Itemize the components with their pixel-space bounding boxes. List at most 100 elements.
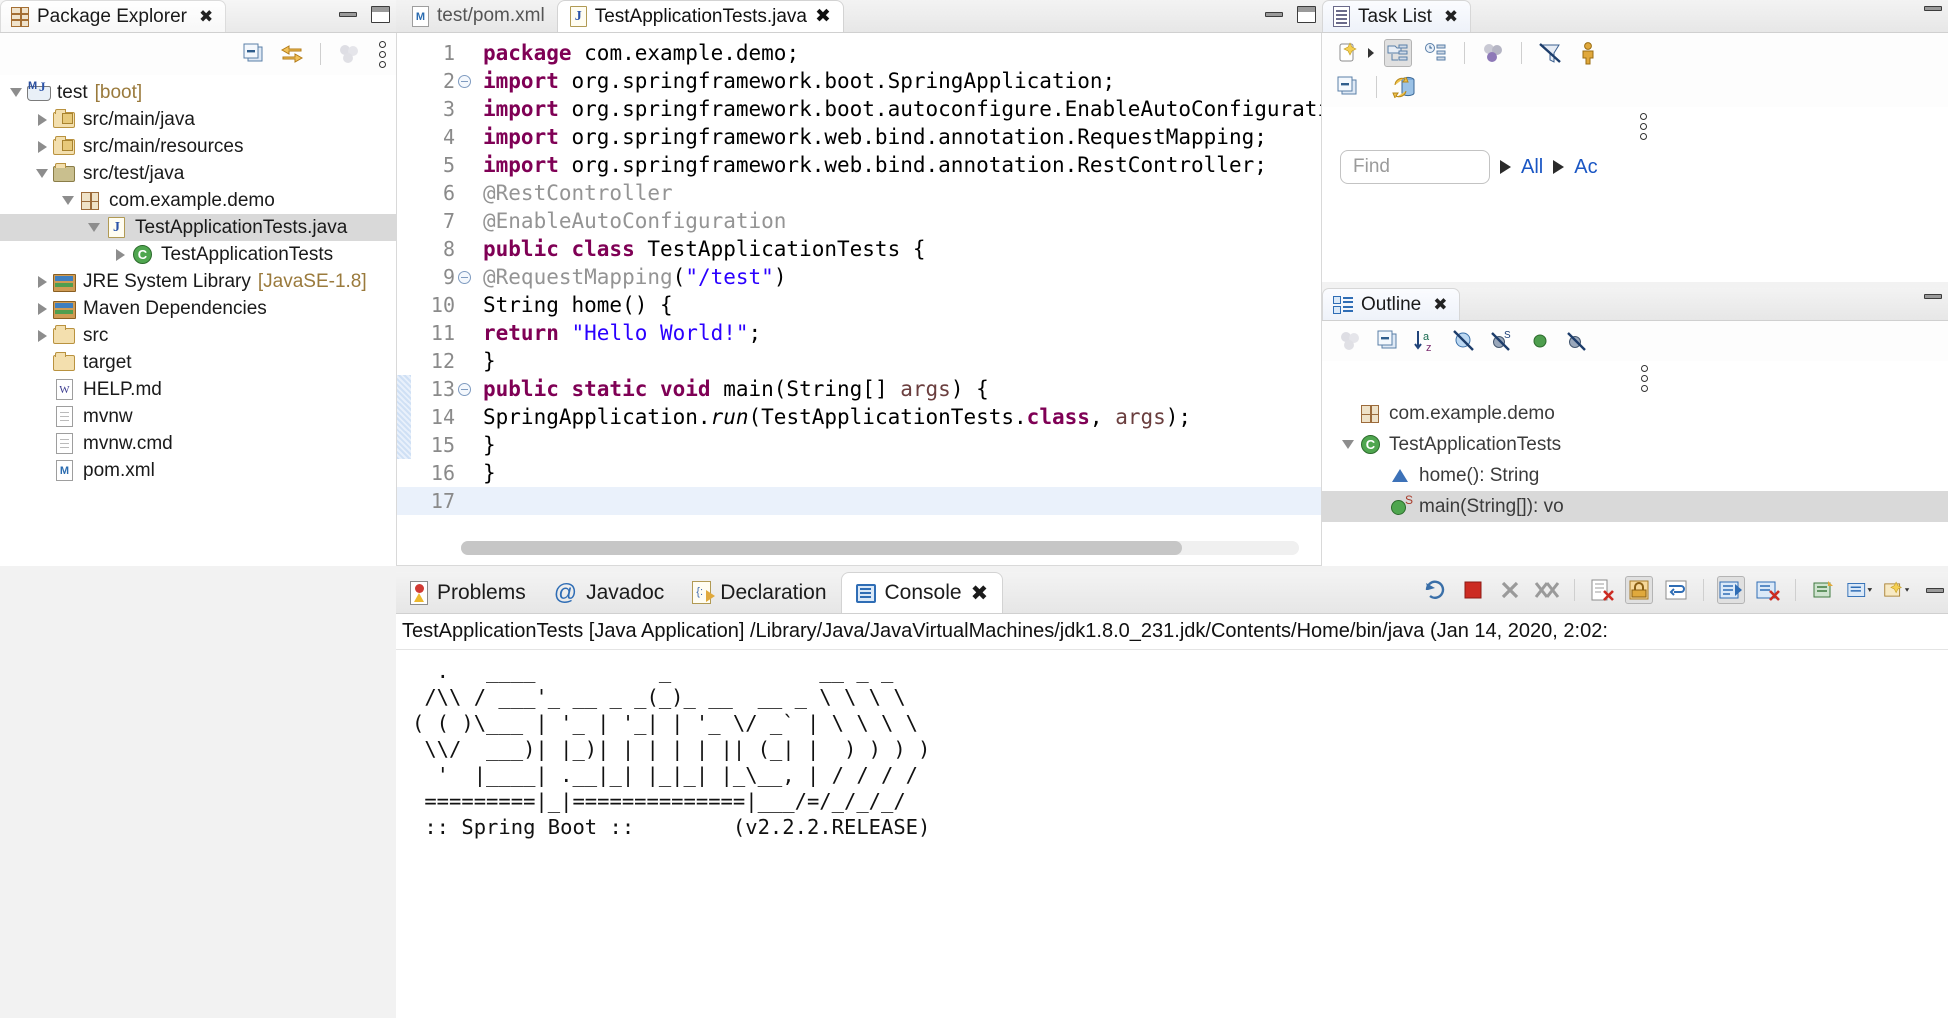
remove-launch-icon[interactable] [1496, 576, 1524, 604]
view-kebab-icon[interactable] [1338, 109, 1948, 144]
tree-item-testapplicationtests-java[interactable]: J TestApplicationTests.java [0, 214, 396, 241]
code-line[interactable]: 1 package com.example.demo; [397, 39, 1321, 67]
hide-local-types-icon[interactable] [1564, 327, 1592, 355]
tab-javadoc[interactable]: @ Javadoc [540, 572, 679, 613]
display-selected-console-icon[interactable] [1846, 576, 1874, 604]
outline-item-main-string[interactable]: Smain(String[]) : vo [1322, 491, 1948, 522]
tree-item-com-example-demo[interactable]: com.example.demo [0, 187, 396, 214]
chevron-right-icon[interactable] [34, 112, 50, 128]
close-icon[interactable]: ✖ [199, 7, 213, 27]
code-line[interactable]: 16} [397, 459, 1321, 487]
search-input[interactable]: Find [1340, 150, 1490, 184]
view-menu-icon[interactable] [335, 40, 363, 68]
clear-console-icon[interactable] [1588, 576, 1616, 604]
tab-task-list[interactable]: Task List ✖ [1322, 0, 1472, 32]
tab-test-pom-xml[interactable]: M test/pom.xml [400, 0, 557, 32]
scope-all-link[interactable]: All [1521, 156, 1543, 179]
synchronize-changed-icon[interactable] [1391, 73, 1419, 101]
tree-item-test[interactable]: M J test [boot] [0, 79, 396, 106]
maximize-icon[interactable] [371, 6, 390, 23]
new-console-view-icon[interactable] [1883, 576, 1911, 604]
chevron-right-icon[interactable] [34, 301, 50, 317]
tree-item-src-test-java[interactable]: src/test/java [0, 160, 396, 187]
outline-item-com-example-demo[interactable]: com.example.demo [1322, 398, 1948, 429]
link-with-editor-icon[interactable] [278, 40, 306, 68]
collapse-all-icon[interactable] [1374, 327, 1402, 355]
hide-non-public-members-icon[interactable] [1526, 327, 1554, 355]
terminate-icon[interactable] [1459, 576, 1487, 604]
tree-item-testapplicationtests[interactable]: C TestApplicationTests [0, 241, 396, 268]
tab-console[interactable]: Console ✖ [840, 572, 1004, 613]
tab-problems[interactable]: Problems [396, 572, 540, 613]
tree-item-target[interactable]: target [0, 349, 396, 376]
code-line[interactable]: 2 import org.springframework.boot.SpringA… [397, 67, 1321, 95]
chevron-right-icon[interactable] [112, 247, 128, 263]
chevron-down-icon[interactable] [1340, 437, 1356, 453]
tab-package-explorer[interactable]: Package Explorer ✖ [0, 0, 227, 32]
view-kebab-icon[interactable] [1340, 361, 1948, 396]
chevron-right-icon[interactable] [34, 139, 50, 155]
scroll-lock-icon[interactable] [1625, 576, 1653, 604]
code-line[interactable]: 3 import org.springframework.boot.autocon… [397, 95, 1321, 123]
collapse-all-icon[interactable] [1334, 73, 1362, 101]
close-icon[interactable]: ✖ [1444, 7, 1458, 27]
filter-completed-icon[interactable] [1536, 39, 1564, 67]
chevron-down-icon[interactable] [34, 166, 50, 182]
code-line[interactable]: 14 SpringApplication.run(TestApplicationT… [397, 403, 1321, 431]
chevron-right-icon[interactable] [34, 328, 50, 344]
code-editor[interactable]: 1 package com.example.demo; 2 import org.sp… [396, 33, 1322, 566]
tree-item-mvnw-cmd[interactable]: mvnw.cmd [0, 430, 396, 457]
maximize-icon[interactable] [1297, 6, 1316, 23]
word-wrap-icon[interactable] [1662, 576, 1690, 604]
code-line[interactable]: 13 public static void main(String[] args)… [397, 375, 1321, 403]
categorized-presentation-icon[interactable] [1384, 39, 1412, 67]
code-line[interactable]: 5 import org.springframework.web.bind.ann… [397, 151, 1321, 179]
new-task-icon[interactable] [1334, 39, 1362, 67]
fold-collapse-icon[interactable] [457, 382, 471, 396]
tree-item-help-md[interactable]: W HELP.md [0, 376, 396, 403]
chevron-down-icon[interactable] [60, 193, 76, 209]
close-icon[interactable]: ✖ [1433, 295, 1447, 315]
chevron-right-icon[interactable] [1553, 160, 1565, 174]
collapse-all-icon[interactable] [240, 40, 268, 68]
chevron-down-icon[interactable] [8, 85, 24, 101]
editor-horizontal-scrollbar[interactable] [461, 541, 1299, 555]
code-line[interactable]: 8 public class TestApplicationTests { [397, 235, 1321, 263]
tree-item-src-main-java[interactable]: src/main/java [0, 106, 396, 133]
show-all-tasks-icon[interactable] [1574, 39, 1602, 67]
code-line[interactable]: 6 @RestController [397, 179, 1321, 207]
view-kebab-icon[interactable] [373, 37, 392, 72]
minimize-icon[interactable] [339, 12, 357, 17]
close-icon[interactable]: ✖ [971, 581, 989, 606]
remove-all-terminated-icon[interactable] [1533, 576, 1561, 604]
code-line[interactable]: 17 [397, 487, 1321, 515]
fold-collapse-icon[interactable] [457, 74, 471, 88]
focus-on-active-task-icon[interactable] [1336, 327, 1364, 355]
relaunch-icon[interactable] [1422, 576, 1450, 604]
code-line[interactable]: 10 String home() { [397, 291, 1321, 319]
sort-alphabetically-icon[interactable]: az [1412, 327, 1440, 355]
focus-on-workweek-icon[interactable] [1479, 39, 1507, 67]
close-icon[interactable]: ✖ [815, 5, 831, 28]
minimize-icon[interactable] [1924, 6, 1942, 11]
outline-item-home[interactable]: home() : String [1322, 460, 1948, 491]
chevron-right-icon[interactable] [1500, 160, 1511, 174]
tree-item-maven-dependencies[interactable]: Maven Dependencies [0, 295, 396, 322]
hide-fields-icon[interactable] [1450, 327, 1478, 355]
tab-outline[interactable]: Outline ✖ [1322, 288, 1461, 320]
code-line[interactable]: 9 @RequestMapping("/test") [397, 263, 1321, 291]
code-line[interactable]: 7 @EnableAutoConfiguration [397, 207, 1321, 235]
code-line[interactable]: 15} [397, 431, 1321, 459]
tree-item-src[interactable]: src [0, 322, 396, 349]
chevron-down-icon[interactable] [1368, 48, 1374, 58]
tree-item-mvnw[interactable]: mvnw [0, 403, 396, 430]
fold-collapse-icon[interactable] [457, 270, 471, 284]
code-line[interactable]: 12} [397, 347, 1321, 375]
code-line[interactable]: 4 import org.springframework.web.bind.ann… [397, 123, 1321, 151]
tree-item-jre-system-library[interactable]: JRE System Library [JavaSE-1.8] [0, 268, 396, 295]
scope-activate-link[interactable]: Ac [1574, 156, 1597, 179]
chevron-right-icon[interactable] [34, 274, 50, 290]
code-line[interactable]: 11 return "Hello World!"; [397, 319, 1321, 347]
minimize-icon[interactable] [1926, 587, 1944, 593]
scheduled-presentation-icon[interactable] [1422, 39, 1450, 67]
